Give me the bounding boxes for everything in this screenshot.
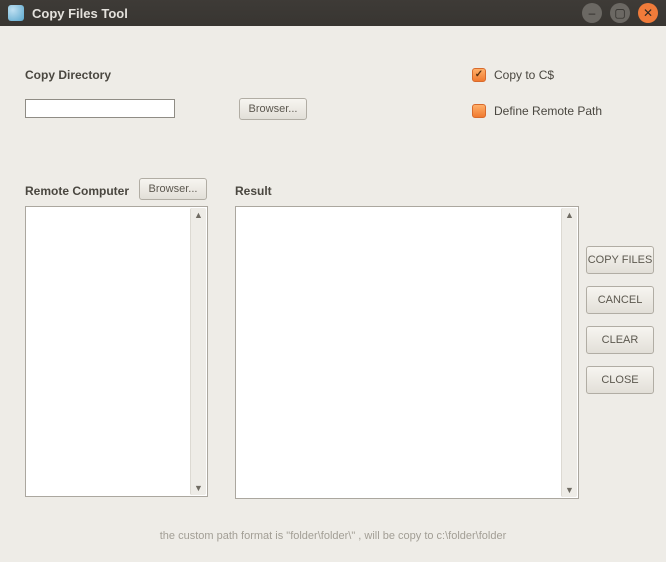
action-button-column: COPY FILES CANCEL CLEAR CLOSE	[586, 246, 654, 406]
scrollbar[interactable]: ▲ ▼	[190, 208, 206, 495]
copy-directory-browse-button[interactable]: Browser...	[239, 98, 307, 120]
scrollbar-up-icon[interactable]: ▲	[562, 208, 577, 222]
footer-hint: the custom path format is "folder\folder…	[0, 530, 666, 542]
option-copy-cs-checkbox[interactable]: ✓	[472, 68, 486, 82]
copy-directory-input[interactable]	[25, 99, 175, 118]
check-icon: ✓	[475, 70, 483, 80]
clear-button[interactable]: CLEAR	[586, 326, 654, 354]
option-define-path-checkbox[interactable]: ✓	[472, 104, 486, 118]
client-area: Copy Directory Browser... ✓ Copy to C$ ✓…	[0, 26, 666, 562]
scrollbar-down-icon[interactable]: ▼	[191, 481, 206, 495]
close-icon: ✕	[643, 6, 653, 20]
remote-computer-list[interactable]: ▲ ▼	[25, 206, 208, 497]
minimize-icon: –	[589, 6, 596, 20]
result-label: Result	[235, 184, 272, 198]
close-button[interactable]: CLOSE	[586, 366, 654, 394]
option-define-path-label: Define Remote Path	[494, 104, 602, 118]
remote-computer-browse-button[interactable]: Browser...	[139, 178, 207, 200]
maximize-icon: ▢	[614, 6, 625, 20]
option-copy-cs-label: Copy to C$	[494, 68, 554, 82]
remote-computer-label: Remote Computer	[25, 184, 129, 198]
cancel-button[interactable]: CANCEL	[586, 286, 654, 314]
window-minimize-button[interactable]: –	[582, 3, 602, 23]
window-maximize-button[interactable]: ▢	[610, 3, 630, 23]
titlebar: Copy Files Tool – ▢ ✕	[0, 0, 666, 26]
app-icon	[8, 5, 24, 21]
copy-files-button[interactable]: COPY FILES	[586, 246, 654, 274]
window-title: Copy Files Tool	[32, 6, 128, 21]
scrollbar[interactable]: ▲ ▼	[561, 208, 577, 497]
option-copy-cs-row: ✓ Copy to C$	[472, 68, 554, 82]
scrollbar-up-icon[interactable]: ▲	[191, 208, 206, 222]
window-close-button[interactable]: ✕	[638, 3, 658, 23]
result-list[interactable]: ▲ ▼	[235, 206, 579, 499]
scrollbar-down-icon[interactable]: ▼	[562, 483, 577, 497]
copy-directory-label: Copy Directory	[25, 68, 111, 82]
option-define-path-row: ✓ Define Remote Path	[472, 104, 602, 118]
